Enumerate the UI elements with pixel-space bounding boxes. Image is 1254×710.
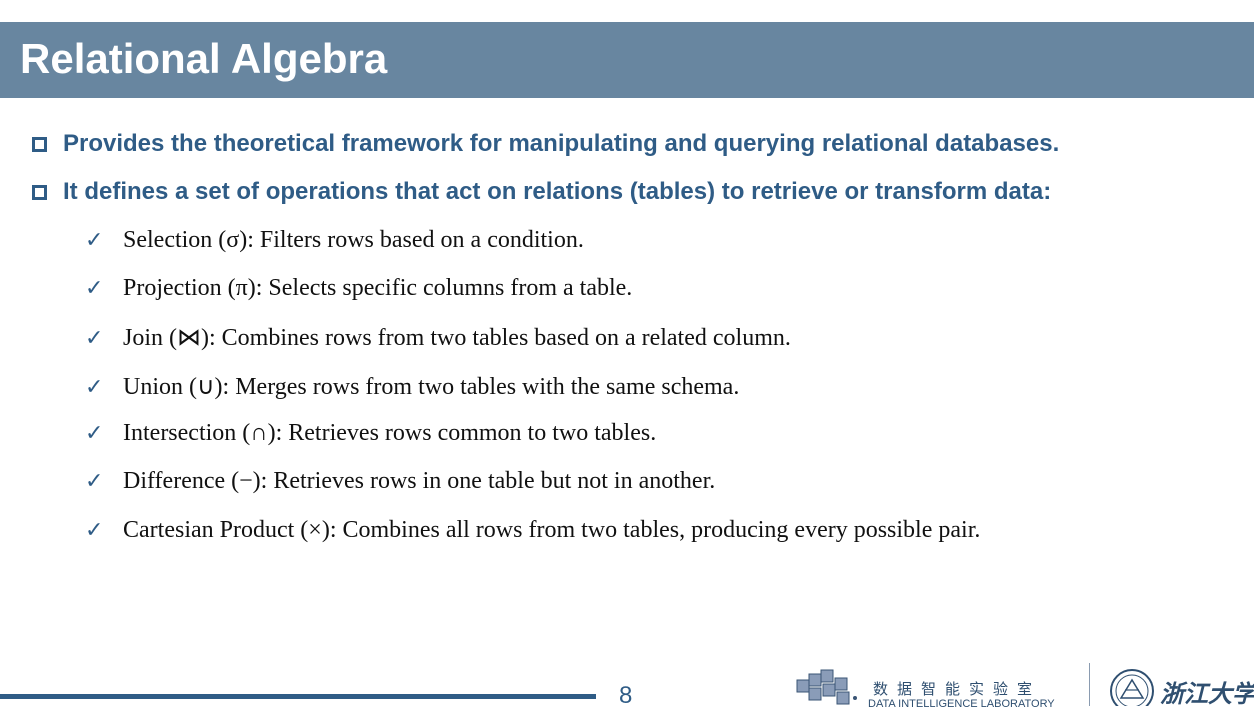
title-bar: Relational Algebra (0, 22, 1254, 98)
check-icon: ✓ (85, 325, 104, 350)
square-bullet-icon (32, 137, 47, 152)
footer-logo-divider (1089, 663, 1090, 706)
operation-text: Selection (σ): Filters rows based on a c… (123, 227, 584, 253)
lab-name-en: DATA INTELLIGENCE LABORATORY (868, 698, 1055, 710)
operation-item: ✓ Union (∪): Merges rows from two tables … (85, 372, 739, 401)
operation-item: ✓ Join (⋈): Combines rows from two tables… (85, 323, 791, 352)
university-seal-icon (1110, 669, 1154, 706)
square-bullet-icon (32, 185, 47, 200)
operation-text: Difference (−): Retrieves rows in one ta… (123, 468, 716, 494)
check-icon: ✓ (85, 227, 104, 252)
check-icon: ✓ (85, 468, 104, 493)
operation-item: ✓ Selection (σ): Filters rows based on a … (85, 227, 584, 254)
operation-text: Intersection (∩): Retrieves rows common … (123, 420, 657, 446)
operation-text: Cartesian Product (×): Combines all rows… (123, 517, 981, 543)
check-icon: ✓ (85, 275, 104, 300)
lab-logo-icon (796, 669, 857, 705)
operation-text: Projection (π): Selects specific columns… (123, 275, 633, 301)
operation-item: ✓ Intersection (∩): Retrieves rows common… (85, 420, 656, 447)
check-icon: ✓ (85, 420, 104, 445)
operation-item: ✓ Cartesian Product (×): Combines all row… (85, 517, 980, 544)
operation-text: Union (∪): Merges rows from two tables w… (123, 374, 740, 400)
operation-item: ✓ Difference (−): Retrieves rows in one t… (85, 468, 715, 495)
check-icon: ✓ (85, 374, 104, 399)
university-name: 浙江大学 (1160, 679, 1254, 708)
bullet-text: It defines a set of operations that act … (63, 178, 1052, 205)
slide-title: Relational Algebra (20, 35, 388, 82)
bullet-item: It defines a set of operations that act … (32, 178, 1051, 206)
operation-text: Join (⋈): Combines rows from two tables … (123, 325, 791, 351)
bullet-text: Provides the theoretical framework for m… (63, 130, 1060, 157)
operation-item: ✓ Projection (π): Selects specific column… (85, 275, 632, 302)
lab-name-cn: 数据智能实验室 (873, 680, 1042, 698)
check-icon: ✓ (85, 517, 104, 542)
bullet-item: Provides the theoretical framework for m… (32, 130, 1059, 158)
footer-divider-line (0, 694, 596, 699)
